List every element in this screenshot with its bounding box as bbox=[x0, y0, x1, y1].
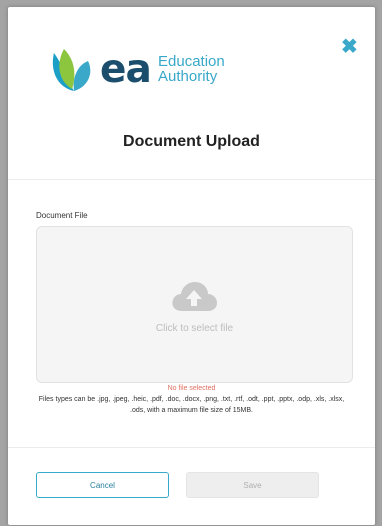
document-file-label: Document File bbox=[36, 211, 88, 220]
logo: ea Education Authority bbox=[48, 47, 248, 97]
logo-leaf-icon bbox=[52, 49, 91, 91]
document-upload-modal: ✖ ea Education Authority Document Upload… bbox=[8, 7, 375, 525]
footer-divider bbox=[8, 447, 375, 448]
logo-org-name: Education Authority bbox=[158, 54, 225, 84]
file-dropzone[interactable]: Click to select file bbox=[36, 226, 353, 383]
header-divider bbox=[8, 179, 375, 180]
file-status: No file selected bbox=[167, 385, 216, 392]
cancel-button[interactable]: Cancel bbox=[36, 472, 169, 498]
modal-title: Document Upload bbox=[123, 133, 260, 150]
close-icon[interactable]: ✖ bbox=[341, 37, 358, 57]
cloud-upload-icon bbox=[172, 282, 217, 311]
file-types-hint: Files types can be .jpg, .jpeg, .heic, .… bbox=[38, 396, 345, 414]
logo-mark: ea bbox=[100, 47, 152, 92]
logo-org-line2: Authority bbox=[158, 68, 218, 85]
logo-org-line1: Education bbox=[158, 53, 225, 70]
dropzone-text: Click to select file bbox=[155, 323, 234, 334]
save-button[interactable]: Save bbox=[186, 472, 319, 498]
